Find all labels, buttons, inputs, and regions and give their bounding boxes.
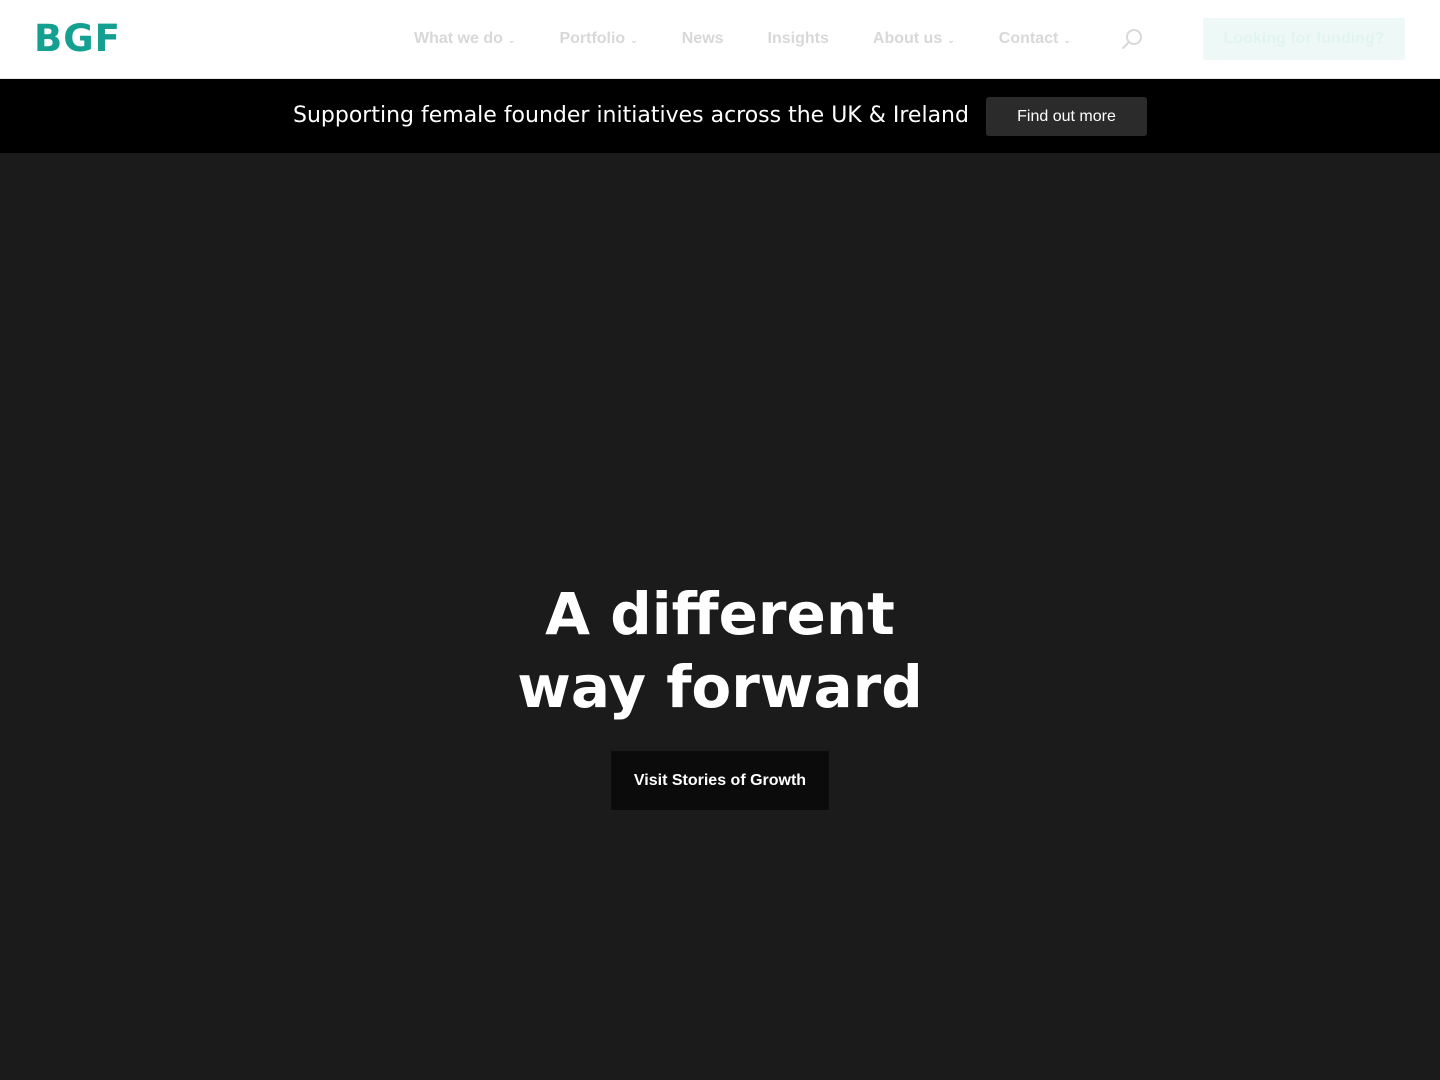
chevron-down-icon: ⌄ [630,34,638,45]
nav-item-label: Contact [998,30,1059,47]
nav-item-label: About us [872,30,943,47]
chevron-down-icon: ⌄ [507,34,516,45]
site-header: BGF What we do ⌄ Portfolio ⌄ News Insigh… [0,0,1440,79]
hero-section: A different way forward Visit Stories of… [0,153,1440,1080]
nav-item-label: Insights [767,30,829,47]
visit-stories-of-growth-button[interactable]: Visit Stories of Growth [611,751,829,810]
nav-item-portfolio[interactable]: Portfolio ⌄ [559,30,637,48]
nav-item-insights[interactable]: Insights [768,30,829,48]
looking-for-funding-button[interactable]: Looking for funding? [1203,18,1405,60]
nav-item-news[interactable]: News [682,30,724,48]
chevron-down-icon: ⌄ [1063,34,1071,45]
bgf-logo[interactable]: BGF [34,20,121,57]
banner-text: Supporting female founder initiatives ac… [293,103,969,128]
search-icon[interactable] [1120,27,1144,51]
find-out-more-button[interactable]: Find out more [986,97,1147,136]
chevron-down-icon: ⌄ [947,34,955,45]
main-nav: What we do ⌄ Portfolio ⌄ News Insights A… [414,0,1115,78]
nav-item-label: Portfolio [559,30,626,47]
announcement-banner: Supporting female founder initiatives ac… [0,79,1440,153]
nav-item-what-we-do[interactable]: What we do ⌄ [414,30,515,48]
nav-item-about-us[interactable]: About us ⌄ [873,30,955,48]
nav-item-label: News [681,30,724,47]
hero-title-line-1: A different [545,580,895,648]
hero-title-line-2: way forward [517,653,923,721]
nav-item-label: What we do [414,30,503,47]
nav-item-contact[interactable]: Contact ⌄ [999,30,1071,48]
hero-title: A different way forward [0,578,1440,724]
